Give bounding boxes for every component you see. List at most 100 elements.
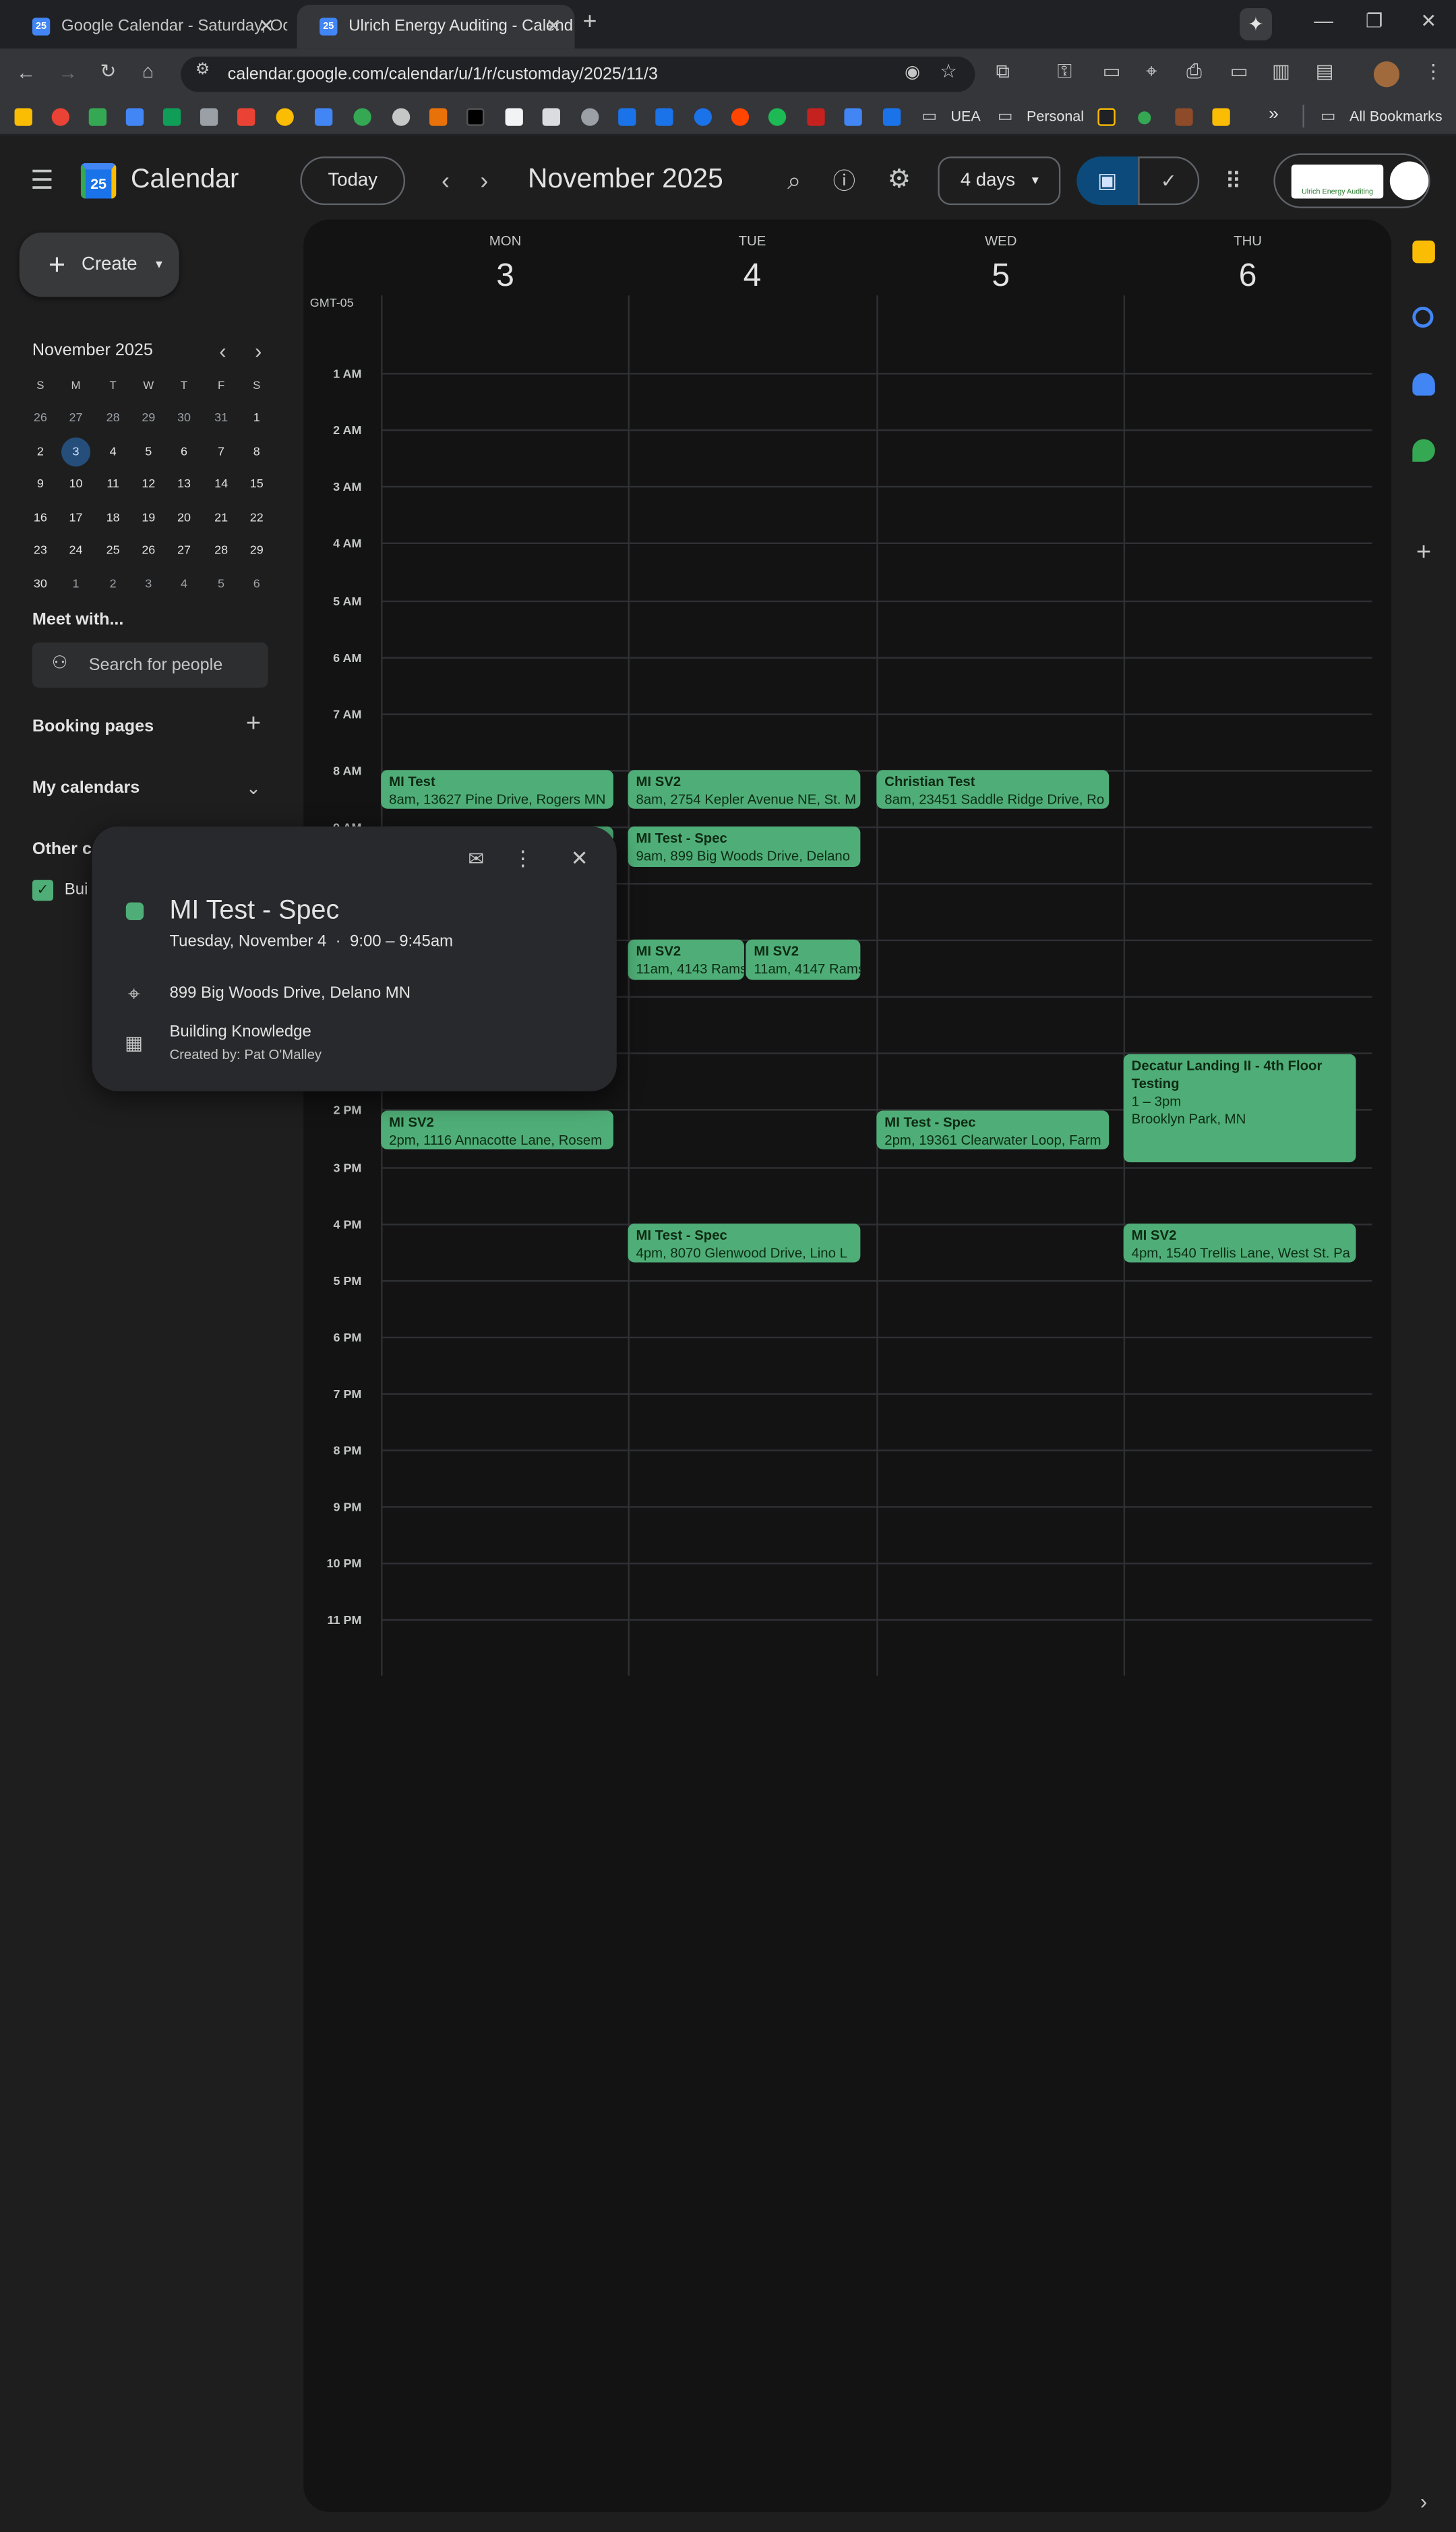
app-bookmark-icon[interactable] (1097, 108, 1116, 126)
app-bookmark-icon[interactable] (581, 108, 599, 126)
close-window-icon[interactable]: ✕ (1420, 9, 1436, 32)
keep-bookmark-icon[interactable] (14, 108, 32, 126)
mini-calendar-day[interactable]: 14 (207, 470, 236, 499)
mini-calendar-day[interactable]: 27 (61, 404, 90, 433)
add-booking-page-icon[interactable]: + (242, 711, 265, 738)
location-pin-icon[interactable]: ⌖ (1146, 60, 1157, 84)
event-block[interactable]: MI Test - Spec 2pm, 19361 Clearwater Loop… (876, 1110, 1110, 1150)
chatgpt-bookmark-icon[interactable] (392, 108, 411, 126)
address-bar[interactable]: ⚙ calendar.google.com/calendar/u/1/r/cus… (181, 56, 975, 92)
gemini-icon[interactable]: ✦ (1240, 7, 1273, 40)
chevron-down-icon[interactable]: ⌄ (242, 775, 265, 800)
search-people-input[interactable]: ⚇ Search for people (32, 642, 268, 688)
event-block[interactable]: Christian Test 8am, 23451 Saddle Ridge Dr… (876, 770, 1110, 809)
close-tab-icon[interactable]: ✕ (545, 15, 562, 38)
mini-calendar-day[interactable]: 12 (134, 470, 163, 499)
view-switcher[interactable]: 4 days ▼ (938, 156, 1061, 206)
calendar-mode-button[interactable]: ▣ (1076, 156, 1139, 206)
bookmark-folder-uea[interactable]: UEA (950, 108, 980, 124)
settings-gear-icon[interactable]: ⚙ (881, 161, 917, 197)
mini-calendar-day[interactable]: 9 (26, 470, 55, 499)
expand-panel-icon[interactable]: › (1411, 2486, 1436, 2515)
app-bookmark-icon[interactable] (694, 108, 712, 126)
reload-icon[interactable]: ↻ (100, 60, 116, 83)
keep-icon[interactable] (1412, 240, 1435, 264)
print-icon[interactable]: ⎙ (1186, 60, 1202, 84)
mini-calendar-day[interactable]: 1 (242, 404, 271, 433)
mini-calendar-day[interactable]: 26 (134, 536, 163, 565)
mini-calendar-day[interactable]: 21 (207, 503, 236, 532)
home-icon[interactable]: ⌂ (142, 60, 154, 83)
mini-calendar-day[interactable]: 27 (169, 536, 198, 565)
app-bookmark-icon[interactable] (655, 108, 673, 126)
help-icon[interactable]: ⓘ (828, 163, 860, 199)
restore-icon[interactable]: ❐ (1366, 9, 1383, 32)
calendar-bookmark-icon[interactable] (314, 108, 333, 126)
email-guests-icon[interactable]: ✉ (463, 846, 489, 872)
prev-period-icon[interactable]: ‹ (433, 163, 458, 199)
add-addon-icon[interactable]: + (1411, 539, 1436, 568)
bookmark-star-icon[interactable]: ☆ (940, 60, 957, 83)
app-bookmark-icon[interactable] (353, 108, 371, 126)
payment-card-icon[interactable]: ▭ (1103, 60, 1121, 83)
app-bookmark-icon[interactable] (276, 108, 294, 126)
mini-calendar-day[interactable]: 26 (26, 404, 55, 433)
create-button[interactable]: + Create ▼ (19, 232, 179, 297)
mini-calendar-day[interactable]: 31 (207, 404, 236, 433)
shield-bookmark-icon[interactable] (882, 108, 901, 126)
sheets-bookmark-icon[interactable] (162, 108, 181, 126)
more-bookmarks-icon[interactable]: » (1269, 105, 1279, 125)
drive-bookmark-icon[interactable] (88, 108, 107, 126)
mini-calendar-day[interactable]: 3 (134, 569, 163, 598)
chrome-menu-icon[interactable]: ⋮ (1424, 60, 1443, 83)
all-bookmarks[interactable]: All Bookmarks (1349, 108, 1443, 124)
google-apps-icon[interactable]: ⠿ (1217, 163, 1250, 199)
mini-calendar-day[interactable]: 3 (61, 436, 91, 466)
photos-bookmark-icon[interactable] (51, 108, 69, 126)
calendar-checkbox[interactable]: ✓ (32, 880, 54, 901)
tasks-icon[interactable] (1412, 306, 1434, 328)
mini-calendar-day[interactable]: 30 (26, 569, 55, 598)
event-block[interactable]: MI SV2 11am, 4147 Rams (746, 939, 861, 980)
app-bookmark-icon[interactable] (542, 108, 560, 126)
mini-calendar-day[interactable]: 18 (98, 503, 127, 532)
mini-calendar-day[interactable]: 23 (26, 536, 55, 565)
bookmark-folder-personal[interactable]: Personal (1027, 108, 1084, 124)
mini-calendar-day[interactable]: 5 (207, 569, 236, 598)
mini-calendar-day[interactable]: 29 (134, 404, 163, 433)
mini-calendar-day[interactable]: 1 (61, 569, 90, 598)
app-bookmark-icon[interactable] (466, 108, 485, 126)
app-bookmark-icon[interactable] (1138, 111, 1151, 125)
app-bookmark-icon[interactable] (618, 108, 636, 126)
event-block[interactable]: MI SV2 4pm, 1540 Trellis Lane, West St. P… (1123, 1224, 1356, 1263)
close-tab-icon[interactable]: ✕ (258, 15, 274, 38)
password-key-icon[interactable]: ⚿ (1058, 60, 1072, 84)
mini-calendar-day[interactable]: 2 (26, 437, 55, 466)
mini-calendar-day[interactable]: 11 (98, 470, 127, 499)
mini-next-icon[interactable]: › (249, 338, 268, 363)
day-number[interactable]: 5 (969, 258, 1033, 295)
mini-calendar-day[interactable]: 25 (98, 536, 127, 565)
account-switcher[interactable]: Ulrich Energy Auditing (1273, 153, 1430, 208)
mini-calendar-day[interactable]: 4 (169, 569, 198, 598)
mini-calendar-day[interactable]: 2 (98, 569, 127, 598)
event-block[interactable]: MI Test - Spec 4pm, 8070 Glenwood Drive, … (628, 1224, 861, 1263)
search-icon[interactable]: ⌕ (778, 163, 810, 199)
tasks-mode-button[interactable]: ✓ (1138, 156, 1200, 206)
mini-calendar-day[interactable]: 4 (98, 437, 127, 466)
spotify-bookmark-icon[interactable] (768, 108, 787, 126)
back-icon[interactable]: ← (16, 61, 36, 84)
docs-bookmark-icon[interactable] (125, 108, 144, 126)
mini-calendar-day[interactable]: 6 (169, 437, 198, 466)
mini-calendar-day[interactable]: 6 (242, 569, 271, 598)
forward-icon[interactable]: → (58, 61, 78, 84)
mini-calendar-day[interactable]: 24 (61, 536, 90, 565)
event-block[interactable]: MI SV2 11am, 4143 Rams (628, 939, 744, 980)
next-period-icon[interactable]: › (471, 163, 497, 199)
app-bookmark-icon[interactable] (1212, 108, 1230, 126)
cast-icon[interactable]: ▭ (1230, 60, 1248, 83)
tab-ulrich-calendar[interactable]: 25 Ulrich Energy Auditing - Calend ✕ (297, 5, 575, 49)
mini-calendar-day[interactable]: 28 (207, 536, 236, 565)
extensions-icon[interactable]: ⧉ (996, 60, 1010, 84)
day-number[interactable]: 6 (1215, 258, 1280, 295)
